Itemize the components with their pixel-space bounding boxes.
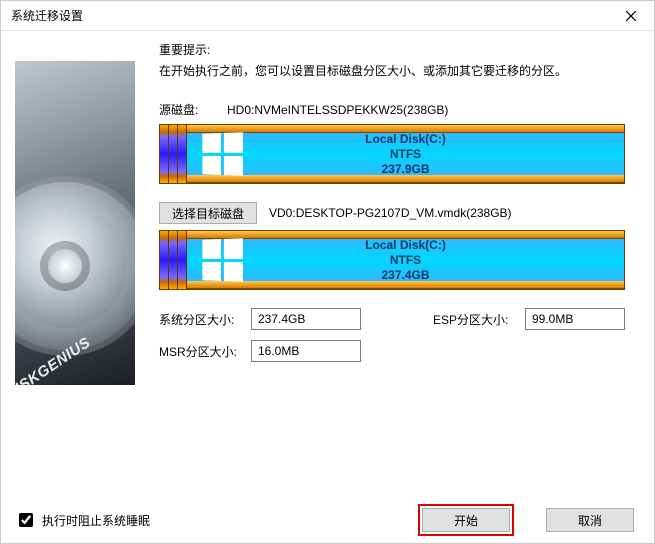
reserved-stripes: [160, 231, 187, 289]
hint-title: 重要提示:: [159, 41, 636, 58]
prevent-sleep-checkbox[interactable]: [19, 513, 33, 527]
msr-size-input[interactable]: [251, 340, 361, 362]
main-content: 重要提示: 在开始执行之前，您可以设置目标磁盘分区大小、或添加其它要迁移的分区。…: [149, 31, 654, 497]
window-title: 系统迁移设置: [11, 7, 83, 24]
source-partition-text: Local Disk(C:) NTFS 237.9GB: [187, 132, 624, 177]
target-part-size: 237.4GB: [187, 268, 624, 283]
system-size-label: 系统分区大小:: [159, 311, 251, 328]
msr-size-label: MSR分区大小:: [159, 343, 251, 360]
system-size-input[interactable]: [251, 308, 361, 330]
target-partition[interactable]: Local Disk(C:) NTFS 237.4GB: [187, 231, 624, 289]
start-button[interactable]: 开始: [422, 508, 510, 532]
esp-size-input[interactable]: [525, 308, 625, 330]
select-target-button[interactable]: 选择目标磁盘: [159, 202, 257, 224]
target-name: VD0:DESKTOP-PG2107D_VM.vmdk(238GB): [269, 206, 512, 220]
esp-size-label: ESP分区大小:: [433, 311, 525, 328]
source-part-title: Local Disk(C:): [187, 132, 624, 147]
close-button[interactable]: [608, 1, 654, 31]
source-part-size: 237.9GB: [187, 162, 624, 177]
target-diskbar[interactable]: Local Disk(C:) NTFS 237.4GB: [159, 230, 625, 290]
prevent-sleep-row[interactable]: 执行时阻止系统睡眠: [15, 510, 416, 530]
source-part-fs: NTFS: [187, 147, 624, 162]
size-fields: 系统分区大小: ESP分区大小: MSR分区大小:: [159, 308, 636, 362]
source-diskbar[interactable]: Local Disk(C:) NTFS 237.9GB: [159, 124, 625, 184]
source-row: 源磁盘: HD0:NVMeINTELSSDPEKKW25(238GB): [159, 101, 636, 118]
source-name: HD0:NVMeINTELSSDPEKKW25(238GB): [227, 103, 448, 117]
target-row: 选择目标磁盘 VD0:DESKTOP-PG2107D_VM.vmdk(238GB…: [159, 202, 636, 224]
brand-text: DISKGENIUS: [15, 334, 94, 385]
source-partition[interactable]: Local Disk(C:) NTFS 237.9GB: [187, 125, 624, 183]
source-label: 源磁盘:: [159, 101, 215, 118]
brand-image: DISKGENIUS: [15, 61, 135, 385]
titlebar: 系统迁移设置: [1, 1, 654, 31]
sidebar: DISKGENIUS: [1, 31, 149, 497]
cancel-button[interactable]: 取消: [546, 508, 634, 532]
prevent-sleep-label: 执行时阻止系统睡眠: [42, 512, 150, 529]
close-icon: [626, 11, 636, 21]
hint-body: 在开始执行之前，您可以设置目标磁盘分区大小、或添加其它要迁移的分区。: [159, 62, 636, 79]
target-part-fs: NTFS: [187, 253, 624, 268]
target-partition-text: Local Disk(C:) NTFS 237.4GB: [187, 238, 624, 283]
footer: 执行时阻止系统睡眠 开始 取消: [1, 497, 654, 543]
reserved-stripes: [160, 125, 187, 183]
target-part-title: Local Disk(C:): [187, 238, 624, 253]
